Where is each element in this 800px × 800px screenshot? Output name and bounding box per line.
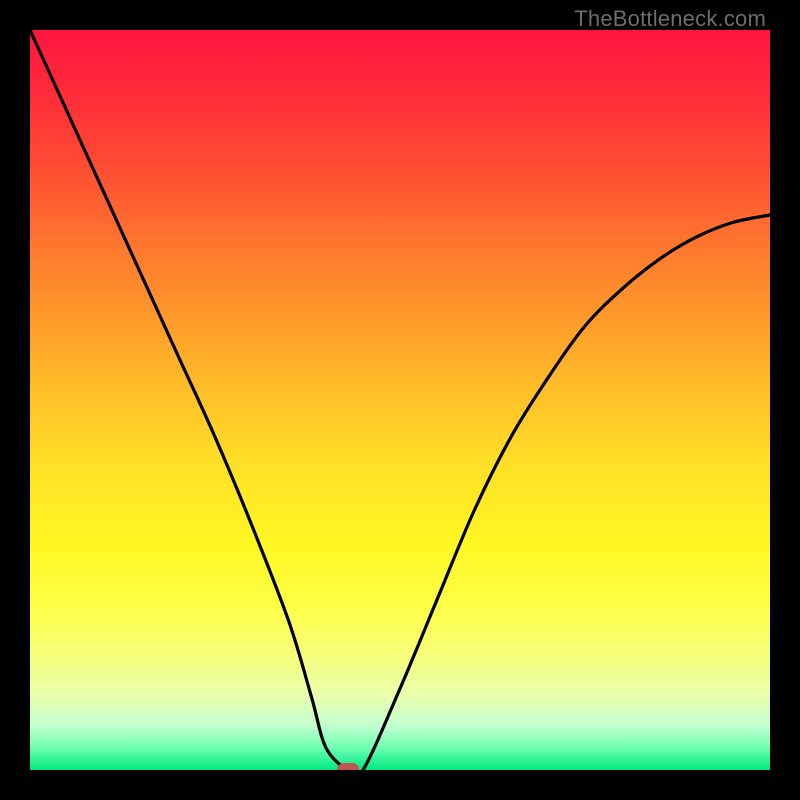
watermark-text: TheBottleneck.com — [574, 6, 766, 32]
chart-plot-area — [30, 30, 770, 770]
bottleneck-curve — [30, 30, 770, 770]
optimal-marker — [337, 763, 359, 770]
